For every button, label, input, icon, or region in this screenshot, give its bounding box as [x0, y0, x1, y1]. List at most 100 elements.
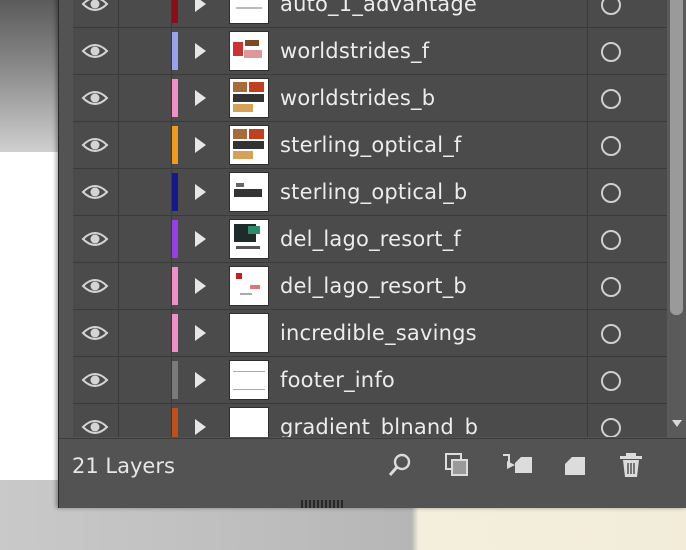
layer-row[interactable]: sterling_optical_b	[73, 169, 667, 216]
layer-color-swatch	[172, 126, 178, 164]
visibility-toggle[interactable]	[73, 28, 119, 74]
scroll-down-arrow-icon[interactable]	[672, 420, 682, 427]
visibility-toggle[interactable]	[73, 310, 119, 356]
expand-triangle-icon[interactable]	[195, 278, 206, 294]
panel-resize-grip[interactable]	[300, 500, 346, 508]
target-column[interactable]	[587, 216, 667, 262]
layer-row[interactable]: worldstrides_b	[73, 75, 667, 122]
layer-list: auto_1_advantage worldstrides_f worldstr…	[73, 0, 667, 437]
layer-name[interactable]: auto_1_advantage	[280, 0, 477, 16]
layer-name[interactable]: sterling_optical_f	[280, 133, 462, 157]
expand-triangle-icon[interactable]	[195, 184, 206, 200]
layer-row[interactable]: auto_1_advantage	[73, 0, 667, 28]
thumbnail-artwork	[233, 42, 243, 56]
target-circle-icon[interactable]	[601, 371, 621, 391]
expand-triangle-icon[interactable]	[195, 372, 206, 388]
lock-toggle[interactable]	[119, 404, 172, 437]
layer-row[interactable]: footer_info	[73, 357, 667, 404]
layer-name[interactable]: gradient_blnand_b	[280, 415, 478, 437]
lock-toggle[interactable]	[119, 169, 172, 215]
lock-toggle[interactable]	[119, 357, 172, 403]
layer-name[interactable]: del_lago_resort_b	[280, 274, 467, 298]
layer-name[interactable]: del_lago_resort_f	[280, 227, 461, 251]
thumbnail-artwork	[249, 82, 264, 92]
create-sublayer-button[interactable]	[501, 451, 532, 479]
layer-name[interactable]: sterling_optical_b	[280, 180, 467, 204]
layer-row[interactable]: sterling_optical_f	[73, 122, 667, 169]
target-circle-icon[interactable]	[601, 230, 621, 250]
thumbnail-artwork	[233, 104, 253, 112]
expand-triangle-icon[interactable]	[195, 90, 206, 106]
visibility-toggle[interactable]	[73, 0, 119, 27]
expand-triangle-icon[interactable]	[195, 137, 206, 153]
target-circle-icon[interactable]	[601, 42, 621, 62]
layer-name[interactable]: footer_info	[280, 368, 395, 392]
target-column[interactable]	[587, 75, 667, 121]
target-circle-icon[interactable]	[601, 136, 621, 156]
visibility-toggle[interactable]	[73, 404, 119, 437]
create-new-layer-button[interactable]	[561, 451, 589, 479]
target-circle-icon[interactable]	[601, 89, 621, 109]
target-column[interactable]	[587, 310, 667, 356]
layers-panel: auto_1_advantage worldstrides_f worldstr…	[58, 0, 686, 508]
delete-layer-button[interactable]	[617, 451, 645, 479]
lock-toggle[interactable]	[119, 75, 172, 121]
make-clipping-mask-button[interactable]	[443, 451, 471, 479]
thumbnail-artwork	[233, 389, 265, 390]
target-circle-icon[interactable]	[601, 277, 621, 297]
visibility-toggle[interactable]	[73, 122, 119, 168]
layer-color-swatch	[172, 220, 178, 258]
layer-row[interactable]: gradient_blnand_b	[73, 404, 667, 437]
layer-color-swatch	[172, 0, 178, 23]
target-circle-icon[interactable]	[601, 0, 621, 15]
thumbnail-artwork	[236, 246, 260, 249]
locate-object-button[interactable]	[386, 451, 414, 479]
magnifier-icon	[388, 453, 411, 476]
visibility-toggle[interactable]	[73, 169, 119, 215]
target-circle-icon[interactable]	[601, 418, 621, 437]
lock-toggle[interactable]	[119, 122, 172, 168]
layer-count-label: 21 Layers	[72, 454, 175, 478]
target-column[interactable]	[587, 357, 667, 403]
lock-toggle[interactable]	[119, 263, 172, 309]
target-column[interactable]	[587, 263, 667, 309]
eye-icon	[81, 185, 109, 199]
target-column[interactable]	[587, 122, 667, 168]
thumbnail-artwork	[233, 371, 265, 372]
expand-triangle-icon[interactable]	[195, 325, 206, 341]
expand-triangle-icon[interactable]	[195, 0, 206, 12]
lock-toggle[interactable]	[119, 310, 172, 356]
layer-row[interactable]: incredible_savings	[73, 310, 667, 357]
target-column[interactable]	[587, 404, 667, 437]
target-circle-icon[interactable]	[601, 324, 621, 344]
visibility-toggle[interactable]	[73, 263, 119, 309]
create-sublayer-icon	[503, 454, 532, 473]
eye-icon	[81, 326, 109, 340]
target-column[interactable]	[587, 169, 667, 215]
visibility-toggle[interactable]	[73, 357, 119, 403]
expand-triangle-icon[interactable]	[195, 231, 206, 247]
scrollbar-thumb[interactable]	[670, 0, 683, 315]
target-circle-icon[interactable]	[601, 183, 621, 203]
visibility-toggle[interactable]	[73, 216, 119, 262]
target-column[interactable]	[587, 0, 667, 27]
layer-name[interactable]: incredible_savings	[280, 321, 477, 345]
layer-thumbnail	[229, 313, 269, 353]
eye-icon	[81, 0, 109, 11]
layer-name[interactable]: worldstrides_b	[280, 86, 435, 110]
layer-name[interactable]: worldstrides_f	[280, 39, 429, 63]
eye-icon	[81, 279, 109, 293]
layer-row[interactable]: del_lago_resort_b	[73, 263, 667, 310]
layer-thumbnail	[229, 0, 269, 24]
expand-triangle-icon[interactable]	[195, 419, 206, 435]
target-column[interactable]	[587, 28, 667, 74]
layer-color-swatch	[172, 267, 178, 305]
visibility-toggle[interactable]	[73, 75, 119, 121]
expand-triangle-icon[interactable]	[195, 43, 206, 59]
layer-list-scrollbar[interactable]	[667, 0, 686, 438]
lock-toggle[interactable]	[119, 216, 172, 262]
layer-row[interactable]: worldstrides_f	[73, 28, 667, 75]
lock-toggle[interactable]	[119, 28, 172, 74]
layer-row[interactable]: del_lago_resort_f	[73, 216, 667, 263]
lock-toggle[interactable]	[119, 0, 172, 27]
